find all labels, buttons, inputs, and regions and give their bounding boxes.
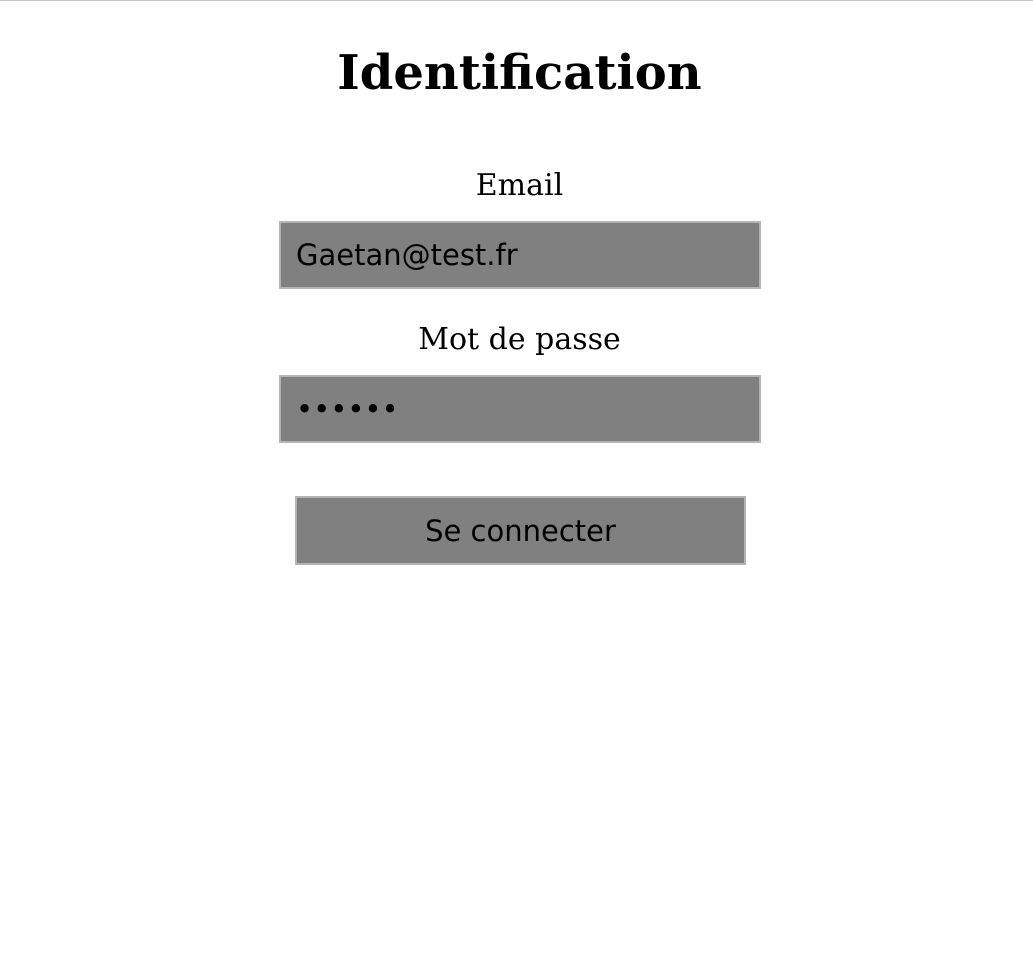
password-label: Mot de passe	[418, 322, 621, 357]
email-field[interactable]	[279, 221, 761, 289]
login-button[interactable]: Se connecter	[295, 496, 746, 565]
password-field[interactable]	[279, 375, 761, 443]
page-title: Identification	[337, 45, 702, 101]
email-label: Email	[475, 168, 564, 203]
login-page: Identification Email Mot de passe Se con…	[0, 0, 1033, 959]
